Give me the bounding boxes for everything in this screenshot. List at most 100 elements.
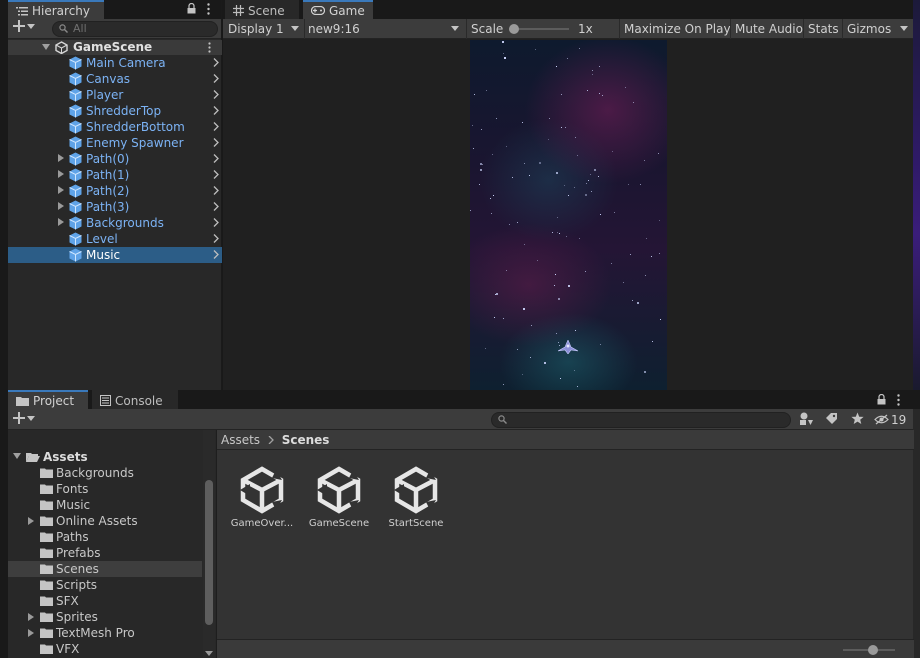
kebab-menu-icon[interactable]: [207, 3, 210, 15]
star-particle: [575, 330, 576, 331]
unity-scene-icon: [381, 464, 451, 516]
tab-project[interactable]: Project: [8, 390, 88, 409]
chevron-right-icon[interactable]: [213, 106, 219, 115]
chevron-right-icon[interactable]: [213, 122, 219, 131]
folder-tree-item[interactable]: Paths: [8, 529, 202, 545]
maximize-on-play-button[interactable]: Maximize On Play: [619, 19, 736, 39]
folder-tree-item[interactable]: Prefabs: [8, 545, 202, 561]
hierarchy-item[interactable]: Level: [8, 231, 222, 247]
stats-button[interactable]: Stats: [803, 19, 844, 39]
folder-tree-item[interactable]: Sprites: [8, 609, 202, 625]
foldout-arrow-icon[interactable]: [58, 170, 64, 178]
game-viewport[interactable]: [470, 40, 667, 390]
star-icon[interactable]: [851, 412, 864, 425]
hidden-packages-toggle[interactable]: 19: [874, 411, 906, 428]
foldout-arrow-icon[interactable]: [28, 517, 34, 525]
hierarchy-item[interactable]: Backgrounds: [8, 215, 222, 231]
project-search-input[interactable]: [491, 412, 791, 428]
tree-root-assets[interactable]: Assets: [8, 449, 202, 465]
foldout-arrow-icon[interactable]: [58, 218, 64, 226]
folder-icon: [40, 644, 53, 654]
tab-scene[interactable]: Scene: [225, 0, 299, 19]
star-particle: [522, 374, 523, 375]
folder-tree-item[interactable]: Fonts: [8, 481, 202, 497]
display-dropdown[interactable]: Display 1: [223, 19, 304, 39]
scene-asset-tile[interactable]: GameOver...: [227, 464, 297, 529]
expanded-arrow-icon[interactable]: [13, 453, 21, 459]
tab-game[interactable]: Game: [303, 0, 373, 19]
hierarchy-item-label: Path(3): [86, 200, 130, 214]
breadcrumb-root[interactable]: Assets: [221, 433, 260, 447]
tab-console[interactable]: Console: [92, 390, 178, 409]
star-particle: [524, 244, 525, 245]
folder-tree-item[interactable]: Music: [8, 497, 202, 513]
tab-hierarchy[interactable]: Hierarchy: [8, 0, 104, 19]
hierarchy-item[interactable]: Path(1): [8, 167, 222, 183]
expanded-arrow-icon[interactable]: [42, 44, 50, 50]
lock-icon[interactable]: [187, 3, 196, 14]
prefab-cube-icon: [69, 88, 82, 102]
foldout-arrow-icon[interactable]: [58, 202, 64, 210]
gizmos-dropdown[interactable]: Gizmos: [842, 19, 913, 39]
chevron-right-icon[interactable]: [213, 202, 219, 211]
hierarchy-item[interactable]: Enemy Spawner: [8, 135, 222, 151]
tree-row-partial: [8, 430, 202, 439]
folder-tree-item[interactable]: Backgrounds: [8, 465, 202, 481]
foldout-arrow-icon[interactable]: [28, 613, 34, 621]
hierarchy-item[interactable]: ShredderBottom: [8, 119, 222, 135]
folder-tree-item[interactable]: TextMesh Pro: [8, 625, 202, 641]
foldout-arrow-icon[interactable]: [58, 186, 64, 194]
hierarchy-item-label: ShredderTop: [86, 104, 162, 118]
folder-tree-item[interactable]: Scenes: [8, 561, 202, 577]
scrollbar-thumb[interactable]: [205, 480, 213, 625]
scene-asset-tile[interactable]: GameScene: [304, 464, 374, 529]
lock-icon[interactable]: [877, 394, 886, 405]
scene-menu-icon[interactable]: [208, 42, 211, 53]
hierarchy-item[interactable]: Player: [8, 87, 222, 103]
chevron-right-icon[interactable]: [213, 234, 219, 243]
star-particle: [600, 344, 601, 345]
chevron-right-icon[interactable]: [213, 154, 219, 163]
folder-tree-item[interactable]: SFX: [8, 593, 202, 609]
folder-tree-label: Fonts: [56, 482, 89, 496]
chevron-down-icon[interactable]: [205, 651, 213, 656]
hierarchy-item[interactable]: Canvas: [8, 71, 222, 87]
hierarchy-item[interactable]: Music: [8, 247, 222, 263]
create-button[interactable]: [13, 20, 35, 32]
hierarchy-item[interactable]: Path(0): [8, 151, 222, 167]
foldout-arrow-icon[interactable]: [58, 154, 64, 162]
hierarchy-item-label: Path(0): [86, 152, 130, 166]
chevron-right-icon[interactable]: [213, 138, 219, 147]
scene-root-row[interactable]: GameScene: [8, 40, 222, 55]
chevron-right-icon[interactable]: [213, 170, 219, 179]
chevron-right-icon[interactable]: [213, 218, 219, 227]
icon-size-slider-handle[interactable]: [868, 645, 878, 655]
folder-tree-label: Prefabs: [56, 546, 101, 560]
hierarchy-item[interactable]: Main Camera: [8, 55, 222, 71]
folder-tree-item[interactable]: Online Assets: [8, 513, 202, 529]
mute-audio-button[interactable]: Mute Audio: [730, 19, 808, 39]
folder-tree-item[interactable]: VFX: [8, 641, 202, 657]
create-asset-button[interactable]: [13, 412, 35, 424]
folder-tree-scrollbar[interactable]: [203, 430, 215, 658]
foldout-arrow-icon[interactable]: [28, 629, 34, 637]
chevron-right-icon[interactable]: [213, 74, 219, 83]
hierarchy-search-input[interactable]: All: [52, 21, 218, 37]
chevron-right-icon[interactable]: [213, 186, 219, 195]
chevron-right-icon[interactable]: [213, 250, 219, 259]
chevron-right-icon[interactable]: [213, 90, 219, 99]
aspect-dropdown[interactable]: new9:16: [303, 19, 465, 39]
tag-icon[interactable]: [825, 412, 838, 425]
scale-slider-handle[interactable]: [509, 24, 519, 34]
search-by-type-icon[interactable]: [799, 412, 815, 426]
scale-label: Scale: [471, 22, 504, 36]
chevron-right-icon[interactable]: [213, 58, 219, 67]
hierarchy-item[interactable]: Path(3): [8, 199, 222, 215]
hierarchy-item[interactable]: ShredderTop: [8, 103, 222, 119]
hierarchy-item[interactable]: Path(2): [8, 183, 222, 199]
kebab-menu-icon[interactable]: [897, 394, 900, 406]
scene-asset-tile[interactable]: StartScene: [381, 464, 451, 529]
breadcrumb-current[interactable]: Scenes: [282, 433, 330, 447]
tab-scene-label: Scene: [248, 3, 285, 18]
folder-tree-item[interactable]: Scripts: [8, 577, 202, 593]
